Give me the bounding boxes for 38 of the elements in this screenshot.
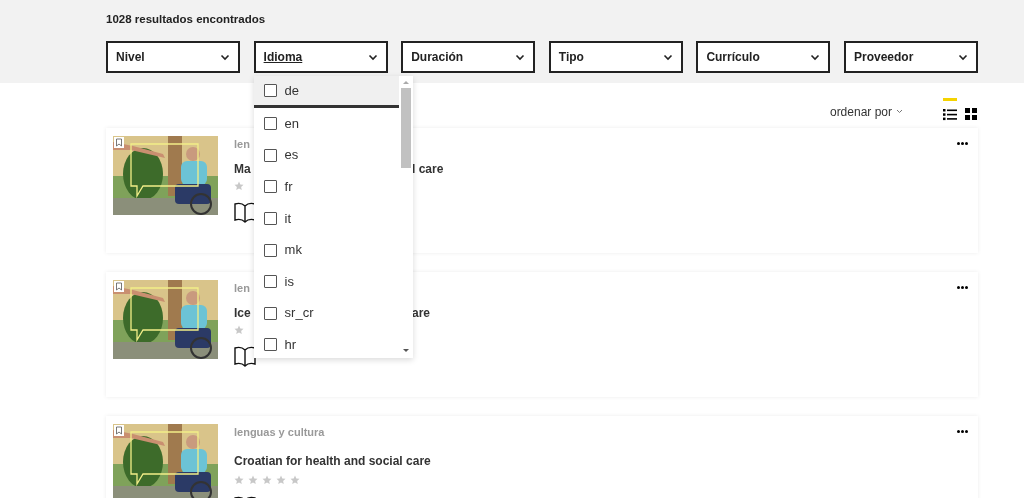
filter-dropdown[interactable]: Duración bbox=[401, 41, 536, 74]
course-title[interactable]: Ice bbox=[234, 303, 251, 322]
chevron-icon bbox=[220, 53, 230, 61]
chevron-icon bbox=[515, 53, 526, 61]
course-title[interactable]: Croatian for health and social care bbox=[234, 453, 431, 468]
star-icon bbox=[290, 474, 300, 485]
scrollbar[interactable] bbox=[400, 80, 411, 355]
more-options-icon[interactable] bbox=[957, 286, 968, 290]
star-icon bbox=[234, 180, 244, 191]
course-category: lenguas y cultura bbox=[234, 425, 325, 441]
course-title[interactable]: are bbox=[412, 303, 431, 322]
filter-dropdown[interactable]: Proveedor bbox=[843, 41, 978, 74]
course-category: len bbox=[234, 137, 250, 153]
star-icon bbox=[234, 474, 244, 485]
course-title[interactable]: l care bbox=[412, 159, 444, 178]
book-icon bbox=[234, 344, 256, 367]
course-category: len bbox=[234, 281, 250, 297]
filter-dropdown[interactable]: Idioma bbox=[253, 41, 388, 74]
star-icon bbox=[262, 474, 272, 485]
filter-dropdown[interactable]: Tipo bbox=[548, 41, 683, 74]
chevron-icon bbox=[662, 53, 673, 61]
results-count: 1028 resultados encontrados bbox=[106, 12, 267, 27]
language-option[interactable]: hr bbox=[253, 329, 399, 359]
chevron-icon bbox=[810, 53, 821, 61]
sort-dropdown[interactable]: ordenar por bbox=[829, 102, 903, 121]
book-icon bbox=[234, 200, 256, 223]
chevron-icon bbox=[367, 53, 378, 61]
filter-dropdown[interactable]: Nivel bbox=[106, 41, 240, 74]
star-icon bbox=[276, 474, 286, 485]
more-options-icon[interactable] bbox=[957, 142, 968, 146]
chevron-icon bbox=[957, 53, 968, 61]
filter-dropdown[interactable]: Currículo bbox=[696, 41, 831, 74]
star-icon bbox=[234, 324, 244, 335]
course-title[interactable]: Ma bbox=[234, 159, 251, 178]
star-icon bbox=[248, 474, 258, 485]
more-options-icon[interactable] bbox=[957, 430, 968, 434]
chevron-icon bbox=[896, 109, 903, 115]
language-option[interactable]: de bbox=[253, 76, 399, 108]
